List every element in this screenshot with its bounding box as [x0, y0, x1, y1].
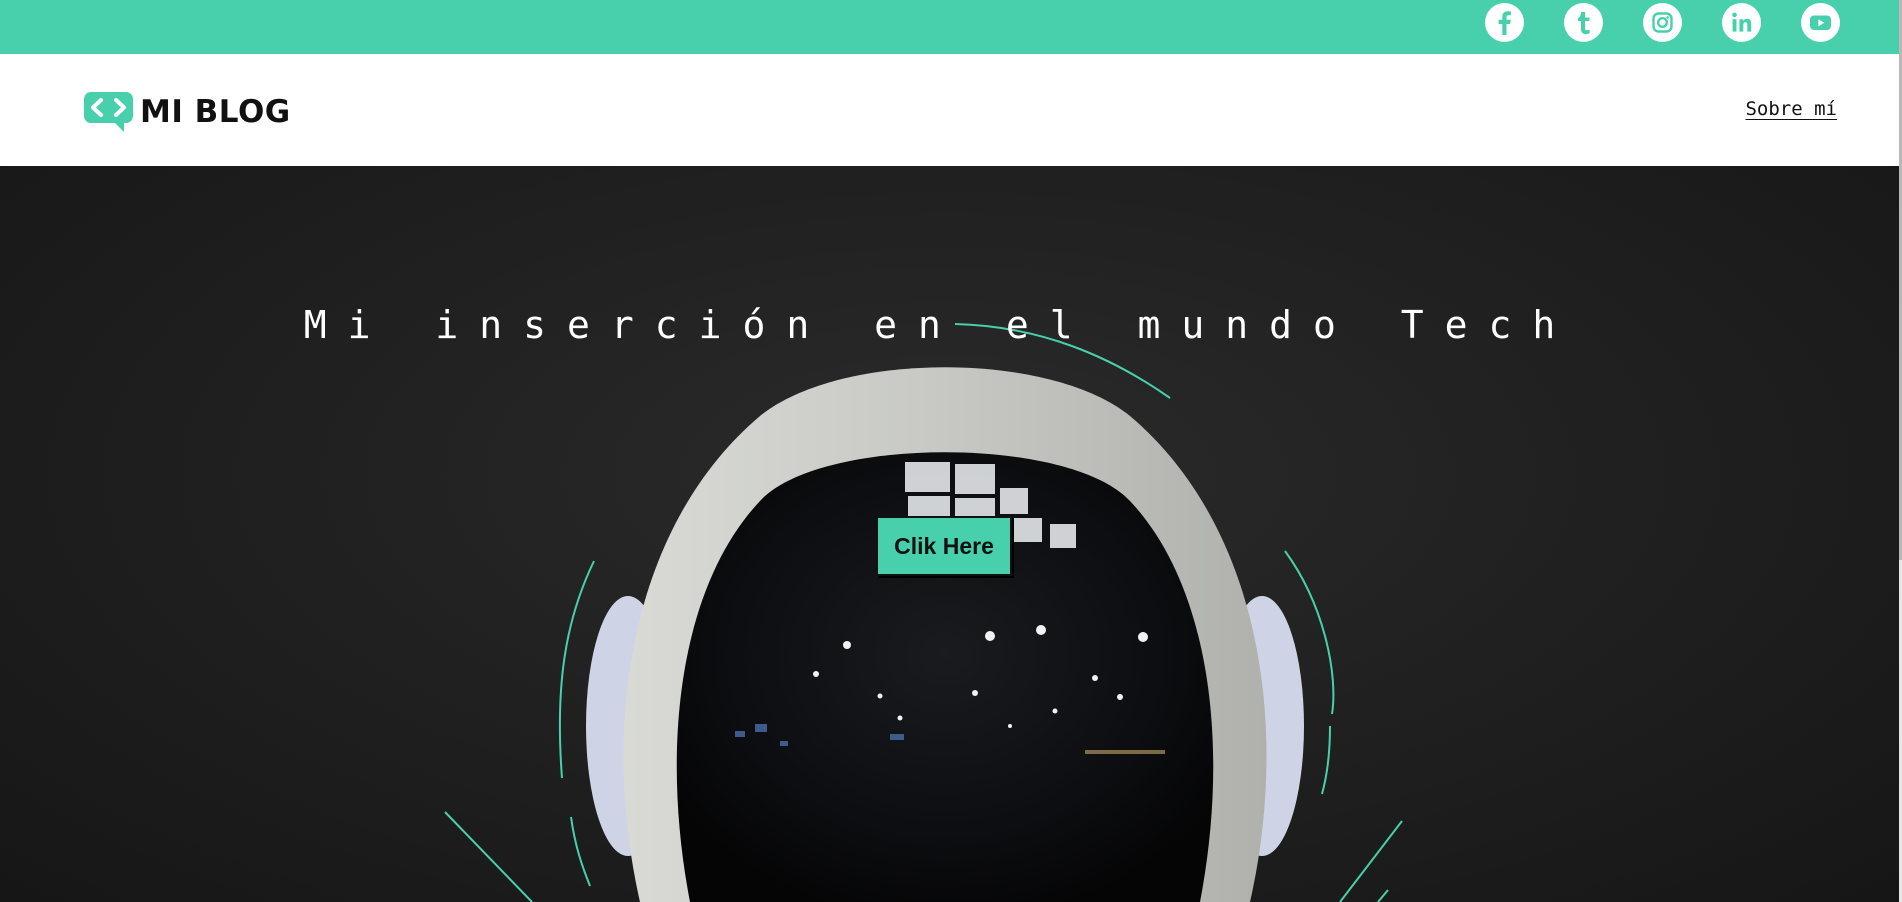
hero-section: Mi inserción en el mundo Tech Clik Here [0, 166, 1899, 902]
nav-link-about[interactable]: Sobre mí [1745, 98, 1837, 120]
click-here-button[interactable]: Clik Here [876, 516, 1012, 576]
instagram-icon[interactable] [1643, 3, 1682, 42]
page-area: MI BLOG Sobre mí Mi inserción en el mund… [0, 0, 1899, 902]
page: MI BLOG Sobre mí Mi inserción en el mund… [0, 0, 1902, 902]
code-bubble-icon [84, 92, 133, 132]
hero-title: Mi inserción en el mundo Tech [303, 303, 1577, 347]
youtube-icon[interactable] [1801, 3, 1840, 42]
social-top-bar [0, 0, 1899, 54]
brand-name: MI BLOG [140, 93, 291, 130]
social-links [1485, 3, 1840, 42]
facebook-icon[interactable] [1485, 3, 1524, 42]
linkedin-icon[interactable] [1722, 3, 1761, 42]
logo[interactable]: MI BLOG [84, 92, 291, 132]
site-header: MI BLOG Sobre mí [0, 54, 1899, 166]
tumblr-icon[interactable] [1564, 3, 1603, 42]
